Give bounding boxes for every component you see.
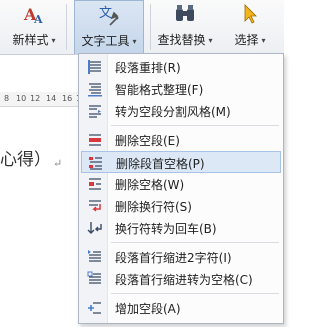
menu-item-label: 段落首行缩进转为空格(C) [115, 273, 253, 287]
menu-item-paragraph-rearrange[interactable]: 段落重排(R) [81, 56, 281, 78]
separator [66, 4, 67, 50]
smart-format-icon [88, 83, 102, 97]
menu-item-delete-space[interactable]: 删除空格(W) [81, 173, 281, 195]
delete-line-break-icon [89, 200, 101, 212]
menu-separator [111, 125, 279, 126]
delete-leading-space-icon [89, 157, 102, 170]
select-button[interactable]: 选择 ▾ [225, 0, 275, 54]
text-tools-icon: 文 [99, 6, 119, 26]
separator [150, 4, 151, 50]
cursor-arrow-icon [244, 4, 257, 24]
menu-item-add-empty-paragraph[interactable]: 增加空段(A) [81, 297, 281, 319]
delete-empty-paragraph-icon [89, 134, 101, 146]
chevron-down-icon: ▾ [208, 36, 213, 45]
svg-text:文: 文 [99, 6, 112, 21]
find-replace-button[interactable]: 查找替换 ▾ [157, 0, 213, 54]
menu-item-label: 转为空段分割风格(M) [115, 105, 231, 119]
line-break-to-return-icon [87, 222, 102, 234]
add-empty-paragraph-icon [88, 302, 101, 314]
menu-item-label: 段落首行缩进2字符(I) [115, 251, 232, 265]
document-text[interactable]: 心得） ↵ [0, 145, 62, 170]
paragraph-rearrange-icon [88, 60, 101, 74]
menu-item-label: 删除段首空格(P) [116, 157, 205, 171]
style-aa-icon: A A [23, 5, 43, 25]
menu-item-label: 段落重排(R) [115, 61, 181, 75]
select-label: 选择 [234, 33, 259, 47]
svg-text:A: A [33, 13, 43, 25]
horizontal-ruler: 8 10 12 14 16 18 [0, 92, 90, 107]
menu-item-first-line-indent[interactable]: 段落首行缩进2字符(I) [81, 246, 281, 268]
ruler-tick: 10 [16, 94, 27, 103]
menu-item-label: 增加空段(A) [115, 302, 181, 316]
menu-item-label: 删除空段(E) [115, 134, 180, 148]
menu-item-delete-leading-space[interactable]: 删除段首空格(P) [81, 151, 281, 173]
menu-item-convert-empty-paragraph[interactable]: 转为空段分割风格(M) [81, 100, 281, 122]
menu-item-line-break-to-return[interactable]: 换行符转为回车(B) [81, 217, 281, 239]
ruler-tick: 12 [30, 94, 41, 103]
paragraph-return-icon: ↵ [53, 157, 63, 170]
chevron-down-icon: ▾ [261, 36, 266, 45]
delete-space-icon [89, 178, 101, 190]
chevron-down-icon: ▾ [51, 36, 56, 45]
menu-separator [111, 242, 279, 243]
ruler-tick: 8 [4, 94, 10, 103]
first-line-indent-icon [88, 250, 101, 262]
binoculars-icon [176, 5, 194, 21]
menu-separator [111, 293, 279, 294]
menu-item-smart-format[interactable]: 智能格式整理(F) [81, 78, 281, 100]
find-replace-label: 查找替换 [157, 33, 206, 47]
menu-item-indent-to-space[interactable]: 段落首行缩进转为空格(C) [81, 268, 281, 290]
ruler-tick: 16 [62, 94, 73, 103]
document-text-content: 心得） [0, 150, 51, 170]
menu-item-label: 换行符转为回车(B) [115, 222, 217, 236]
chevron-down-icon: ▾ [132, 37, 137, 46]
new-style-label: 新样式 [12, 33, 49, 47]
text-tools-label: 文字工具 [81, 34, 130, 48]
menu-item-label: 删除换行符(S) [115, 200, 192, 214]
menu-item-label: 智能格式整理(F) [115, 83, 204, 97]
menu-item-delete-line-break[interactable]: 删除换行符(S) [81, 195, 281, 217]
convert-empty-paragraph-icon [89, 105, 101, 118]
ruler-tick: 14 [46, 94, 57, 103]
text-tools-menu: 段落重排(R) 智能格式整理(F) 转为空段分割风格(M) 删除空段(E) 删除… [78, 53, 284, 324]
menu-item-label: 删除空格(W) [115, 178, 185, 192]
new-style-button[interactable]: A A 新样式 ▾ [10, 0, 58, 54]
menu-item-delete-empty-paragraph[interactable]: 删除空段(E) [81, 129, 281, 151]
text-tools-button[interactable]: 文 文字工具 ▾ [74, 0, 144, 54]
indent-to-space-icon [87, 271, 101, 284]
ribbon-toolbar: A A 新样式 ▾ 文 文字工具 ▾ 查找替换 ▾ 选择 ▾ [0, 0, 284, 55]
